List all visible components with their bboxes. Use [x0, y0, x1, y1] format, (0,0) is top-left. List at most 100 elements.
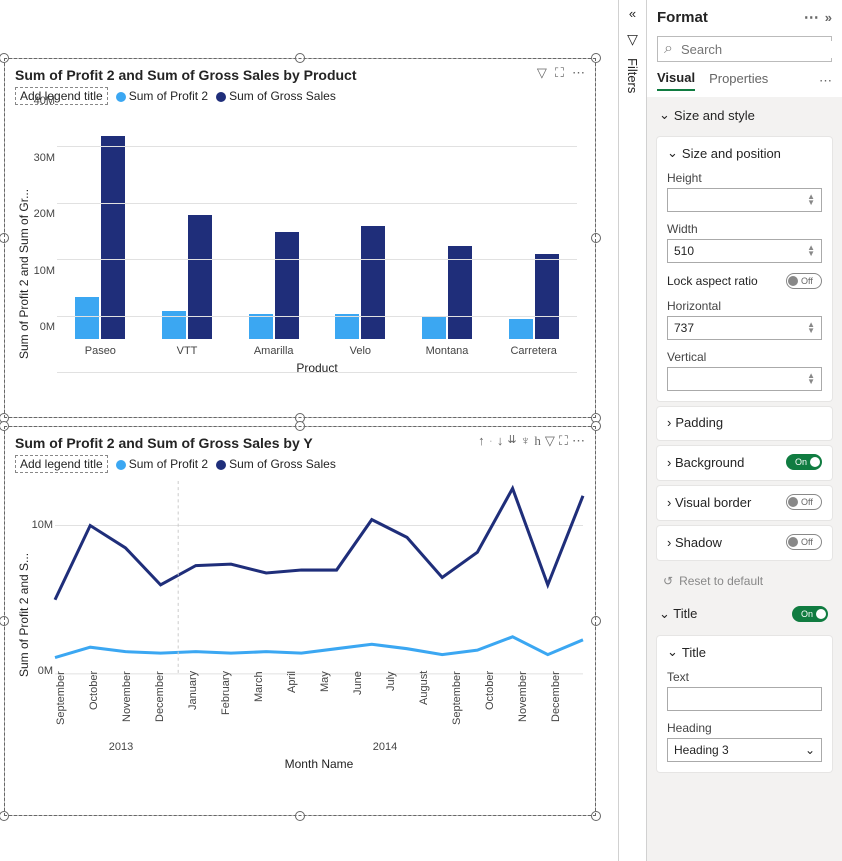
y-tick-label: 40M	[34, 95, 55, 107]
toggle-lock-aspect[interactable]: Off	[786, 273, 822, 289]
x-tick-label: January	[187, 671, 220, 731]
section-title[interactable]: ⌄ Title On	[651, 596, 838, 630]
spinner-icon[interactable]: ▲▼	[807, 245, 815, 257]
line-series[interactable]	[55, 488, 583, 599]
resize-handle[interactable]	[591, 616, 601, 626]
bar-gross[interactable]	[188, 215, 212, 339]
toggle-background[interactable]: On	[786, 454, 822, 470]
x-tick-label: July	[385, 671, 418, 731]
chevron-down-icon: ⌄	[659, 107, 670, 123]
resize-handle[interactable]	[591, 811, 601, 821]
card-title[interactable]: ⌄ Title	[667, 644, 822, 660]
label-heading: Heading	[667, 721, 822, 735]
filters-pane-collapsed[interactable]: « ▽ Filters	[618, 0, 646, 861]
bar-gross[interactable]	[101, 136, 125, 339]
toggle-visual-border[interactable]: Off	[786, 494, 822, 510]
chevron-right-icon: ›	[667, 495, 671, 510]
spinner-icon[interactable]: ▲▼	[807, 194, 815, 206]
more-tabs-icon[interactable]: ⋯	[819, 73, 832, 89]
legend-title-placeholder[interactable]: Add legend title	[15, 455, 108, 473]
legend-title-placeholder[interactable]: Add legend title	[15, 87, 108, 105]
x-tick-label: October	[484, 671, 517, 731]
input-height[interactable]: ▲▼	[667, 188, 822, 212]
collapse-filters-icon[interactable]: «	[629, 6, 636, 21]
format-pane: Format ⋯ » ⌕ Visual Properties ⋯ ⌄ Size …	[646, 0, 842, 861]
search-input[interactable]	[679, 41, 842, 58]
year-group-label: 2014	[187, 741, 583, 753]
card-padding[interactable]: › Padding	[667, 415, 822, 430]
toggle-shadow[interactable]: Off	[786, 534, 822, 550]
tab-properties[interactable]: Properties	[709, 71, 768, 90]
card-size-and-position[interactable]: ⌄ Size and position	[667, 145, 822, 161]
bar-profit[interactable]	[509, 319, 533, 339]
drill-toggle-icon[interactable]: ·	[489, 433, 493, 449]
hierarchy-icon[interactable]: h	[534, 433, 541, 449]
x-tick-label: December	[550, 671, 583, 731]
resize-handle[interactable]	[0, 233, 9, 243]
bar-profit[interactable]	[335, 314, 359, 339]
input-vertical[interactable]: ▲▼	[667, 367, 822, 391]
resize-handle[interactable]	[295, 421, 305, 431]
x-tick-label: August	[418, 671, 451, 731]
label-width: Width	[667, 222, 822, 236]
card-shadow[interactable]: › Shadow Off	[667, 534, 822, 550]
resize-handle[interactable]	[295, 811, 305, 821]
expand-pane-icon[interactable]: »	[825, 10, 832, 25]
x-tick-label: Velo	[317, 345, 404, 357]
tab-visual[interactable]: Visual	[657, 70, 695, 91]
card-visual-border[interactable]: › Visual border Off	[667, 494, 822, 510]
filter-icon[interactable]: ▽	[545, 433, 555, 449]
report-canvas[interactable]: Sum of Profit 2 and Sum of Gross Sales b…	[0, 0, 618, 861]
filter-icon[interactable]: ▽	[537, 65, 547, 81]
drill-up-icon[interactable]: ↑	[478, 433, 485, 449]
resize-handle[interactable]	[0, 811, 9, 821]
resize-handle[interactable]	[591, 233, 601, 243]
card-background[interactable]: › Background On	[667, 454, 822, 470]
chart-title: Sum of Profit 2 and Sum of Gross Sales b…	[5, 59, 595, 87]
bar-profit[interactable]	[75, 297, 99, 339]
x-tick-label: November	[517, 671, 550, 731]
section-size-and-style[interactable]: ⌄ Size and style	[651, 97, 838, 131]
input-width[interactable]: 510▲▼	[667, 239, 822, 263]
expand-all-icon[interactable]: ♆	[521, 433, 531, 449]
chevron-down-icon: ⌄	[659, 606, 670, 621]
bar-profit[interactable]	[422, 316, 446, 339]
resize-handle[interactable]	[591, 421, 601, 431]
bar-gross[interactable]	[361, 226, 385, 339]
bar-chart-visual[interactable]: Sum of Profit 2 and Sum of Gross Sales b…	[4, 58, 596, 418]
expand-level-icon[interactable]: ⇊	[507, 433, 516, 449]
line-series[interactable]	[55, 637, 583, 658]
resize-handle[interactable]	[591, 53, 601, 63]
select-heading[interactable]: Heading 3⌄	[667, 738, 822, 762]
input-title-text[interactable]	[667, 687, 822, 711]
resize-handle[interactable]	[295, 53, 305, 63]
focus-mode-icon[interactable]: ⛶	[555, 65, 564, 81]
focus-mode-icon[interactable]: ⛶	[559, 433, 568, 449]
reset-to-default[interactable]: ↺ Reset to default	[651, 566, 838, 596]
x-tick-label: October	[88, 671, 121, 731]
toggle-title[interactable]: On	[792, 606, 828, 622]
x-tick-label: Paseo	[57, 345, 144, 357]
drill-down-icon[interactable]: ↓	[497, 433, 504, 449]
x-tick-label: February	[220, 671, 253, 731]
more-options-icon[interactable]: ⋯	[572, 65, 585, 81]
bar-gross[interactable]	[275, 232, 299, 339]
x-tick-label: April	[286, 671, 319, 731]
bar-profit[interactable]	[249, 314, 273, 339]
spinner-icon[interactable]: ▲▼	[807, 322, 815, 334]
format-search[interactable]: ⌕	[657, 36, 832, 62]
x-axis-title: Month Name	[55, 757, 583, 771]
y-tick-label: 10M	[32, 519, 53, 531]
chevron-down-icon: ⌄	[667, 644, 678, 660]
chevron-right-icon: ›	[667, 535, 671, 550]
x-tick-label: Carretera	[490, 345, 577, 357]
filter-icon[interactable]: ▽	[627, 31, 638, 48]
spinner-icon[interactable]: ▲▼	[807, 373, 815, 385]
input-horizontal[interactable]: 737▲▼	[667, 316, 822, 340]
resize-handle[interactable]	[0, 616, 9, 626]
bar-gross[interactable]	[535, 254, 559, 339]
more-options-icon[interactable]: ⋯	[804, 8, 819, 26]
legend-item: Sum of Profit 2	[116, 89, 208, 103]
more-options-icon[interactable]: ⋯	[572, 433, 585, 449]
line-chart-visual[interactable]: Sum of Profit 2 and Sum of Gross Sales b…	[4, 426, 596, 816]
